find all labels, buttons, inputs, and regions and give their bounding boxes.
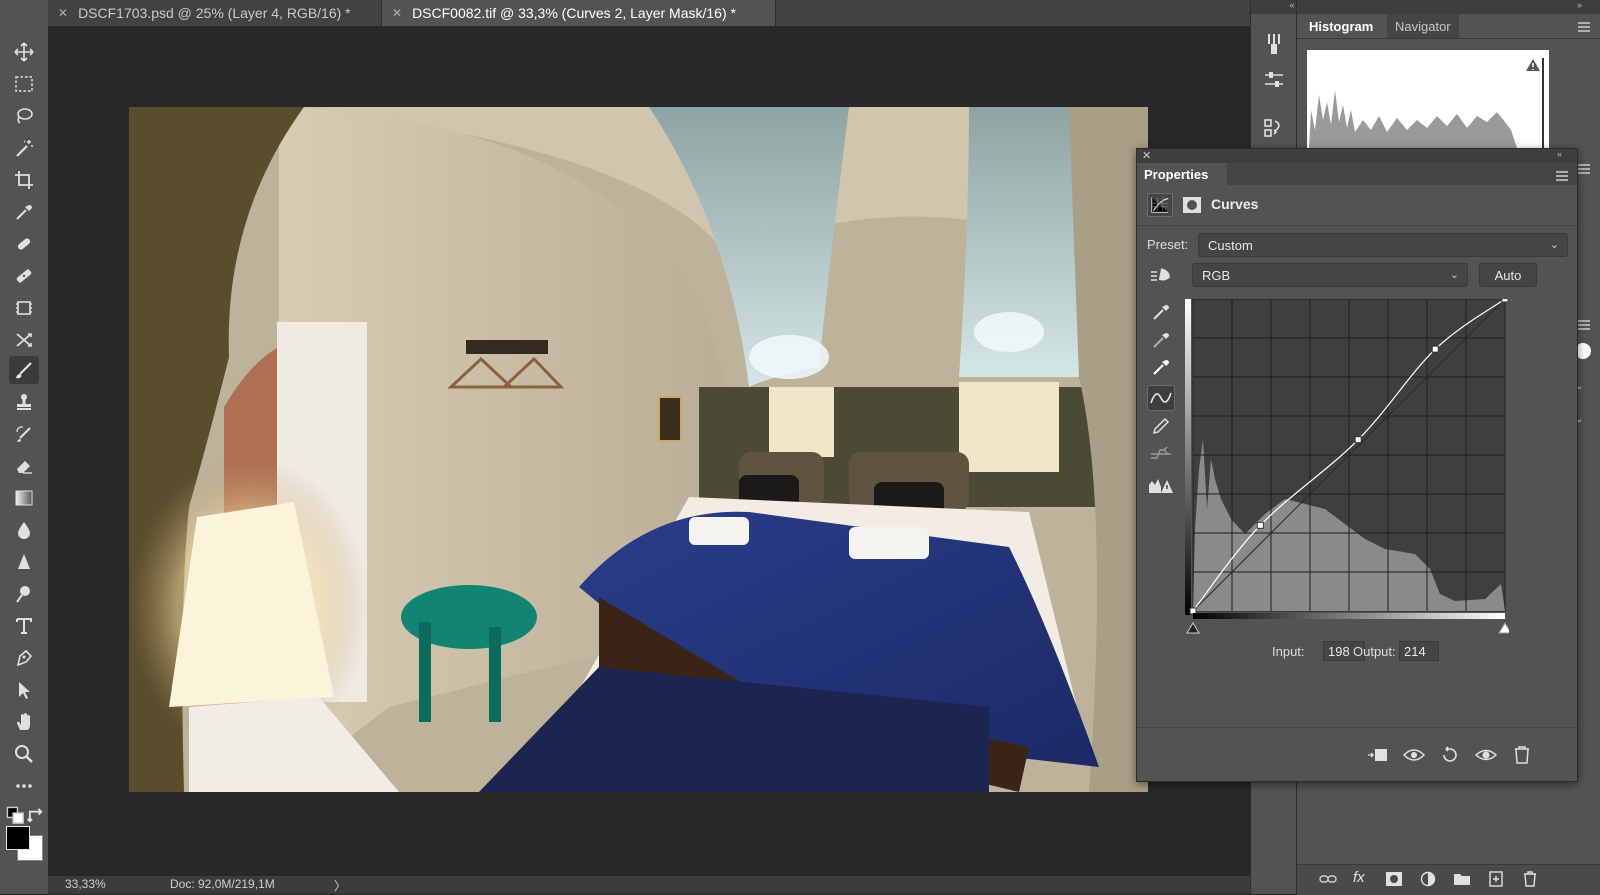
close-icon[interactable]: ✕ bbox=[58, 6, 68, 20]
curves-adjustment-icon[interactable] bbox=[1147, 193, 1173, 217]
brush-icon[interactable] bbox=[9, 356, 39, 384]
move-icon[interactable] bbox=[9, 38, 39, 66]
output-field[interactable]: 214 bbox=[1399, 641, 1439, 661]
zoom-level[interactable]: 33,33% bbox=[65, 877, 106, 891]
panel-menu-icon[interactable] bbox=[1577, 20, 1591, 32]
type-icon[interactable] bbox=[9, 612, 39, 640]
histogram-graph bbox=[1307, 50, 1549, 148]
bandage-icon[interactable] bbox=[9, 262, 39, 290]
blur-icon[interactable] bbox=[9, 516, 39, 544]
view-previous-icon[interactable] bbox=[1401, 743, 1427, 767]
collapse-icon[interactable]: « bbox=[1557, 149, 1562, 159]
curve-control-point[interactable] bbox=[1501, 295, 1509, 303]
status-bar: 33,33% Doc: 92,0M/219,1M 〉 bbox=[48, 876, 1250, 894]
history-brush-icon[interactable] bbox=[9, 420, 39, 448]
adjustment-layer-icon[interactable] bbox=[1419, 871, 1437, 887]
zoom-icon[interactable] bbox=[9, 740, 39, 768]
eyedropper-icon[interactable] bbox=[9, 198, 39, 226]
tab-dscf0082[interactable]: ✕ DSCF0082.tif @ 33,3% (Curves 2, Layer … bbox=[382, 0, 776, 26]
magic-wand-icon[interactable] bbox=[9, 134, 39, 162]
fx-icon[interactable]: fx bbox=[1353, 869, 1365, 886]
gray-point-eyedropper-icon[interactable] bbox=[1147, 327, 1175, 353]
path-select-icon[interactable] bbox=[9, 676, 39, 704]
close-icon[interactable]: ✕ bbox=[1142, 149, 1151, 162]
crop-icon[interactable] bbox=[9, 166, 39, 194]
output-label-text: Output: bbox=[1353, 644, 1396, 659]
swap-colors-icon[interactable] bbox=[26, 806, 43, 823]
properties-title[interactable]: Properties bbox=[1137, 163, 1227, 185]
panel-menu-icon[interactable] bbox=[1577, 318, 1591, 330]
panel-menu-icon[interactable] bbox=[1577, 162, 1591, 174]
status-menu-arrow[interactable]: 〉 bbox=[334, 877, 346, 894]
pencil-icon[interactable] bbox=[1147, 413, 1175, 439]
doc-size: Doc: 92,0M/219,1M bbox=[170, 877, 275, 891]
tab-label: DSCF1703.psd @ 25% (Layer 4, RGB/16) * bbox=[78, 5, 351, 21]
pen-icon[interactable] bbox=[9, 644, 39, 672]
panel-drag-bar[interactable] bbox=[1137, 149, 1577, 163]
eraser-icon[interactable] bbox=[9, 452, 39, 480]
chevron-down-icon: ⌄ bbox=[1549, 239, 1559, 251]
input-label: Input: bbox=[1272, 644, 1305, 659]
chevron-down-icon: ⌄ bbox=[1449, 269, 1459, 281]
tab-label: DSCF0082.tif @ 33,3% (Curves 2, Layer Ma… bbox=[412, 5, 736, 21]
more-icon[interactable] bbox=[9, 772, 39, 800]
preset-value: Custom bbox=[1208, 237, 1253, 253]
close-icon[interactable]: ✕ bbox=[392, 6, 402, 20]
tab-dscf1703[interactable]: ✕ DSCF1703.psd @ 25% (Layer 4, RGB/16) * bbox=[48, 0, 382, 26]
frame-icon[interactable] bbox=[9, 294, 39, 322]
delete-icon[interactable] bbox=[1509, 743, 1535, 767]
preset-dropdown[interactable]: Custom ⌄ bbox=[1198, 233, 1568, 257]
tab-strip bbox=[1227, 163, 1577, 185]
dodge-icon[interactable] bbox=[9, 580, 39, 608]
marquee-icon[interactable] bbox=[9, 70, 39, 98]
panel-menu-icon[interactable] bbox=[1555, 169, 1569, 181]
brush-settings-icon[interactable] bbox=[1262, 32, 1286, 56]
auto-button[interactable]: Auto bbox=[1479, 263, 1537, 287]
default-colors-icon[interactable] bbox=[6, 806, 24, 824]
reset-icon[interactable] bbox=[1437, 743, 1463, 767]
clipping-warning-icon[interactable] bbox=[1147, 473, 1175, 499]
gradient-icon[interactable] bbox=[9, 484, 39, 512]
adjustment-name: Curves bbox=[1211, 196, 1259, 212]
smooth-icon[interactable] bbox=[1147, 441, 1175, 467]
adjustments-icon[interactable] bbox=[1262, 68, 1286, 92]
tools-panel bbox=[0, 0, 49, 894]
preset-label: Preset: bbox=[1147, 237, 1189, 252]
lasso-icon[interactable] bbox=[9, 102, 39, 130]
link-layers-icon[interactable] bbox=[1319, 871, 1337, 887]
history-icon[interactable] bbox=[1262, 116, 1286, 140]
properties-panel: ✕ « Properties Curves Preset: Custom ⌄ R… bbox=[1136, 148, 1578, 782]
curve-control-point[interactable] bbox=[1354, 436, 1362, 444]
foreground-color-swatch[interactable] bbox=[6, 826, 30, 850]
curve-control-point[interactable] bbox=[1256, 521, 1264, 529]
sharpen-icon[interactable] bbox=[9, 548, 39, 576]
new-layer-icon[interactable] bbox=[1487, 871, 1505, 887]
warning-icon[interactable] bbox=[1525, 58, 1541, 72]
layer-mask-icon[interactable] bbox=[1179, 193, 1205, 217]
patch-icon[interactable] bbox=[9, 326, 39, 354]
channel-value: RGB bbox=[1202, 267, 1231, 283]
curve-points-icon[interactable] bbox=[1147, 385, 1175, 411]
document-image[interactable] bbox=[129, 107, 1148, 792]
collapse-icon[interactable]: » bbox=[1577, 0, 1582, 10]
curves-graph[interactable] bbox=[1185, 295, 1512, 639]
curve-control-point[interactable] bbox=[1431, 345, 1439, 353]
on-image-adjust-icon[interactable] bbox=[1149, 265, 1175, 287]
black-point-eyedropper-icon[interactable] bbox=[1147, 299, 1175, 325]
white-point-eyedropper-icon[interactable] bbox=[1147, 354, 1175, 380]
hand-icon[interactable] bbox=[9, 708, 39, 736]
healing-brush-icon[interactable] bbox=[9, 230, 39, 258]
collapse-icon[interactable]: « bbox=[1251, 0, 1297, 14]
clip-to-layer-icon[interactable] bbox=[1365, 743, 1391, 767]
folder-icon[interactable] bbox=[1453, 871, 1471, 887]
tab-histogram[interactable]: Histogram bbox=[1301, 14, 1382, 38]
trash-icon[interactable] bbox=[1521, 871, 1539, 887]
tab-navigator[interactable]: Navigator bbox=[1387, 14, 1459, 38]
layers-footer: fx bbox=[1297, 864, 1600, 895]
channel-dropdown[interactable]: RGB ⌄ bbox=[1192, 263, 1468, 287]
add-mask-icon[interactable] bbox=[1385, 871, 1403, 887]
document-tab-bar: ✕ DSCF1703.psd @ 25% (Layer 4, RGB/16) *… bbox=[48, 0, 1250, 27]
visibility-icon[interactable] bbox=[1473, 743, 1499, 767]
stamp-icon[interactable] bbox=[9, 388, 39, 416]
